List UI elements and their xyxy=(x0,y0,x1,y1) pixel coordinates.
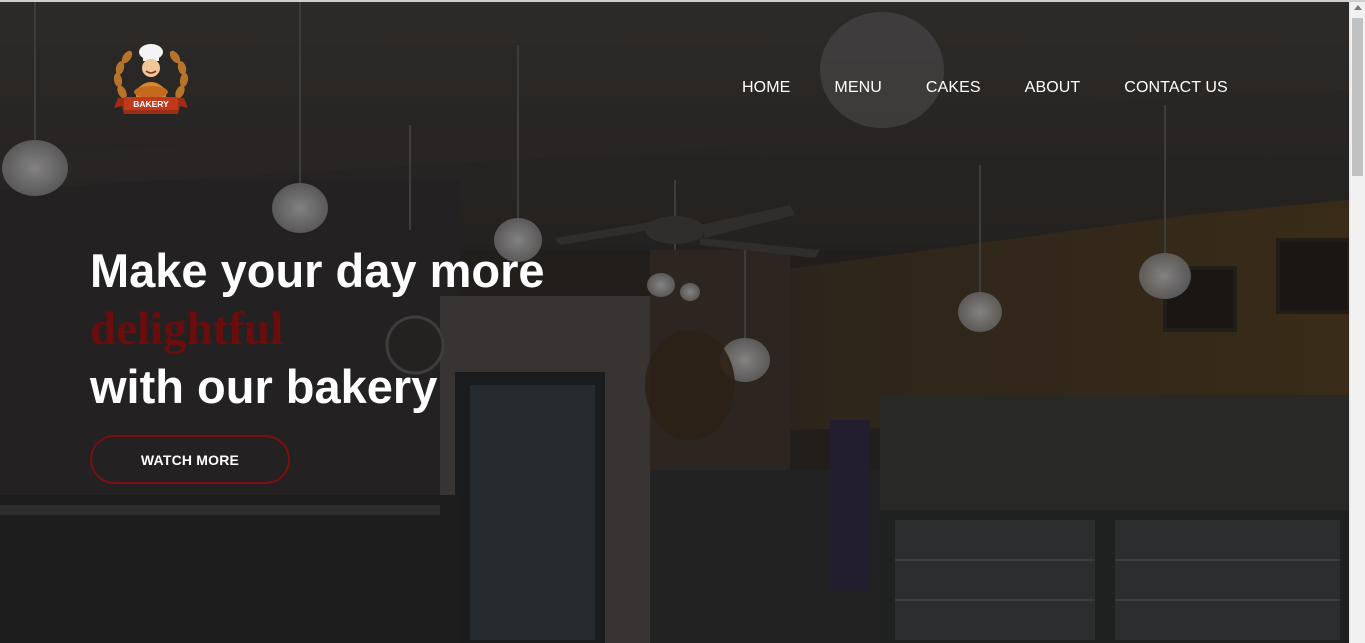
top-border xyxy=(0,0,1365,2)
nav-menu[interactable]: MENU xyxy=(834,79,882,97)
vertical-scrollbar[interactable] xyxy=(1349,0,1365,643)
main-nav: HOME MENU CAKES ABOUT CONTACT US xyxy=(742,78,1228,98)
scrollbar-thumb[interactable] xyxy=(1352,18,1363,176)
nav-cakes[interactable]: CAKES xyxy=(926,79,981,97)
logo-banner-text: BAKERY xyxy=(133,99,169,109)
bakery-logo[interactable]: BAKERY xyxy=(108,42,194,122)
chef-logo-icon: BAKERY xyxy=(113,44,189,114)
hero-section: BAKERY HOME MENU CAKES ABOUT CONTACT US … xyxy=(0,0,1349,643)
page: BAKERY HOME MENU CAKES ABOUT CONTACT US … xyxy=(0,0,1365,643)
headline-line-1: Make your day more xyxy=(90,244,545,297)
nav-about[interactable]: ABOUT xyxy=(1025,79,1081,97)
headline-line-3: with our bakery xyxy=(90,360,438,413)
nav-contact-us[interactable]: CONTACT US xyxy=(1124,79,1228,97)
watch-more-button[interactable]: WATCH MORE xyxy=(90,435,290,484)
scroll-up-arrow-icon[interactable] xyxy=(1354,5,1362,10)
hero-headline: Make your day more delightful with our b… xyxy=(90,242,650,416)
headline-accent-word: delightful xyxy=(90,303,284,355)
nav-home[interactable]: HOME xyxy=(742,79,790,97)
